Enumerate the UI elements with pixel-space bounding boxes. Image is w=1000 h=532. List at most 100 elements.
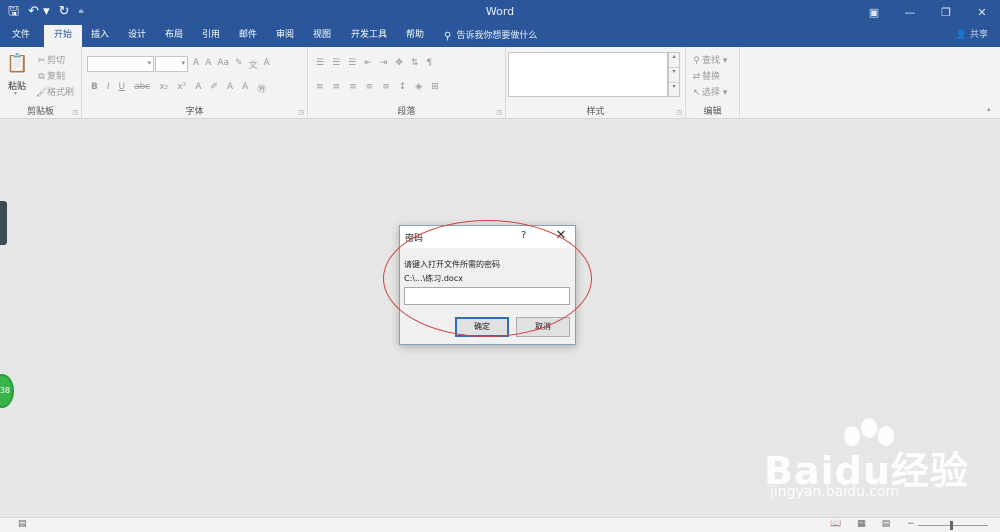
subscript-icon[interactable]: x₂ [159, 82, 168, 95]
dialog-launcher-icon[interactable]: ◳ [72, 109, 78, 116]
web-layout-icon[interactable]: ▤ [882, 519, 891, 529]
tab-view[interactable]: 视图 [308, 25, 336, 47]
clear-format-icon[interactable]: ✎ [235, 58, 243, 71]
sort-icon[interactable]: ⇅ [411, 58, 419, 68]
show-marks-icon[interactable]: ¶ [426, 58, 432, 68]
justify-icon[interactable]: ≡ [366, 82, 374, 92]
text-effects-icon[interactable]: A [195, 82, 201, 95]
find-icon: ⚲ [693, 56, 700, 66]
zoom-slider-thumb[interactable] [950, 521, 953, 530]
more-icon[interactable]: ▾ [669, 83, 679, 98]
tab-layout[interactable]: 布局 [160, 25, 188, 47]
replace-icon: ⇄ [692, 72, 701, 82]
ok-button[interactable]: 确定 [455, 317, 509, 337]
styles-gallery-scroll: ▴ ▾ ▾ [668, 52, 680, 97]
find-button[interactable]: ⚲ 查找 ▾ [691, 53, 727, 66]
borders-icon[interactable]: ⊞ [431, 82, 439, 92]
close-icon[interactable]: ✕ [964, 0, 1000, 25]
strikethrough-icon[interactable]: abc [134, 82, 150, 95]
clipboard-group: 📋 粘贴 ▾ ✂ 剪切 ⧉ 复制 🖌格式刷 剪贴板 ◳ [0, 47, 82, 119]
bullets-icon[interactable]: ☰ [316, 58, 324, 68]
font-name-combo[interactable]: ▾ [87, 56, 154, 72]
replace-button[interactable]: ⇄ 替换 [691, 69, 720, 82]
scroll-down-icon[interactable]: ▾ [669, 68, 679, 83]
font-color-icon[interactable]: A [227, 82, 233, 95]
tab-insert[interactable]: 插入 [86, 25, 114, 47]
cancel-button[interactable]: 取消 [516, 317, 570, 337]
grow-font-icon[interactable]: A [193, 58, 199, 71]
tab-design[interactable]: 设计 [123, 25, 151, 47]
dialog-launcher-icon[interactable]: ◳ [676, 109, 682, 116]
file-path: C:\...\练习.docx [404, 274, 463, 283]
close-icon[interactable]: ✕ [552, 227, 570, 245]
phonetic-guide-icon[interactable]: 文 [249, 58, 258, 71]
watermark-url: jingyan.baidu.com [770, 484, 900, 500]
tab-file[interactable]: 文件 [6, 25, 36, 47]
lightbulb-icon: ⚲ [444, 30, 452, 42]
scroll-up-icon[interactable]: ▴ [669, 53, 679, 68]
tab-references[interactable]: 引用 [197, 25, 225, 47]
select-label: 选择 [702, 88, 721, 98]
shading-icon[interactable]: ◈ [415, 82, 422, 92]
replace-label: 替换 [702, 72, 721, 82]
minimize-icon[interactable]: — [892, 0, 928, 25]
bold-icon[interactable]: B [91, 82, 98, 95]
tab-home[interactable]: 开始 [44, 25, 82, 47]
tab-help[interactable]: 帮助 [401, 25, 429, 47]
superscript-icon[interactable]: x² [177, 82, 186, 95]
multilevel-list-icon[interactable]: ☰ [348, 58, 356, 68]
align-center-icon[interactable]: ≡ [333, 82, 341, 92]
password-field[interactable] [404, 287, 570, 305]
format-painter-label: 格式刷 [47, 88, 75, 98]
tab-mailings[interactable]: 邮件 [234, 25, 262, 47]
share-label: 共享 [969, 30, 988, 40]
font-size-combo[interactable]: ▾ [155, 56, 188, 72]
dialog-launcher-icon[interactable]: ◳ [298, 109, 304, 116]
font-top-row: A A Aa ✎ 文 A [193, 58, 270, 71]
increase-indent-icon[interactable]: ⇥ [380, 58, 388, 68]
format-painter-button[interactable]: 🖌格式刷 [36, 85, 74, 98]
view-buttons: 📖 ▦ ▤ [830, 519, 890, 529]
paste-dropdown-icon[interactable]: ▾ [14, 90, 17, 97]
zoom-slider[interactable] [918, 525, 988, 526]
tell-me-search[interactable]: ⚲ 告诉我你想要做什么 [444, 25, 537, 47]
align-right-icon[interactable]: ≡ [349, 82, 357, 92]
macro-record-icon[interactable]: ▤ [18, 519, 27, 529]
line-spacing-icon[interactable]: ↕ [399, 82, 407, 92]
char-border-icon[interactable]: A [264, 58, 270, 71]
read-mode-icon[interactable]: 📖 [830, 519, 841, 529]
underline-icon[interactable]: U [119, 82, 126, 95]
enclose-char-icon[interactable]: ㊕ [257, 82, 266, 95]
char-shading-icon[interactable]: A [242, 82, 248, 95]
distributed-icon[interactable]: ≡ [382, 82, 390, 92]
numbering-icon[interactable]: ☰ [332, 58, 340, 68]
copy-button[interactable]: ⧉ 复制 [36, 69, 65, 82]
decrease-indent-icon[interactable]: ⇤ [364, 58, 372, 68]
ribbon-display-options-icon[interactable]: ▣ [856, 0, 892, 25]
side-panel-handle[interactable] [0, 201, 7, 245]
tab-developer[interactable]: 开发工具 [346, 25, 392, 47]
zoom-out-icon[interactable]: − [907, 519, 915, 529]
print-layout-icon[interactable]: ▦ [857, 519, 866, 529]
styles-gallery[interactable] [508, 52, 668, 97]
cut-button[interactable]: ✂ 剪切 [36, 53, 65, 66]
paragraph-group: ☰ ☰ ☰ ⇤ ⇥ ✥ ⇅ ¶ ≡ ≡ ≡ ≡ ≡ ↕ ◈ ⊞ 段落 ◳ [308, 47, 506, 119]
dialog-launcher-icon[interactable]: ◳ [496, 109, 502, 116]
paste-icon[interactable]: 📋 [6, 53, 28, 74]
tab-review[interactable]: 审阅 [271, 25, 299, 47]
cut-label: 剪切 [47, 56, 66, 66]
font-bottom-row: B I U abc x₂ x² A ✐ A A ㊕ [91, 82, 266, 95]
italic-icon[interactable]: I [107, 82, 110, 95]
shrink-font-icon[interactable]: A [205, 58, 211, 71]
select-button[interactable]: ↖ 选择 ▾ [691, 85, 728, 98]
help-icon[interactable]: ? [521, 230, 526, 241]
share-button[interactable]: 👤 共享 [956, 25, 988, 47]
align-left-icon[interactable]: ≡ [316, 82, 324, 92]
restore-icon[interactable]: ❐ [928, 0, 964, 25]
chinese-layout-icon[interactable]: ✥ [395, 58, 403, 68]
collapse-ribbon-icon[interactable]: ▴ [987, 105, 991, 113]
dialog-body: 请键入打开文件所需的密码 C:\...\练习.docx 确定 取消 [400, 248, 575, 344]
highlight-icon[interactable]: ✐ [210, 82, 218, 95]
cursor-icon: ↖ [692, 88, 701, 98]
change-case-icon[interactable]: Aa [217, 58, 229, 71]
